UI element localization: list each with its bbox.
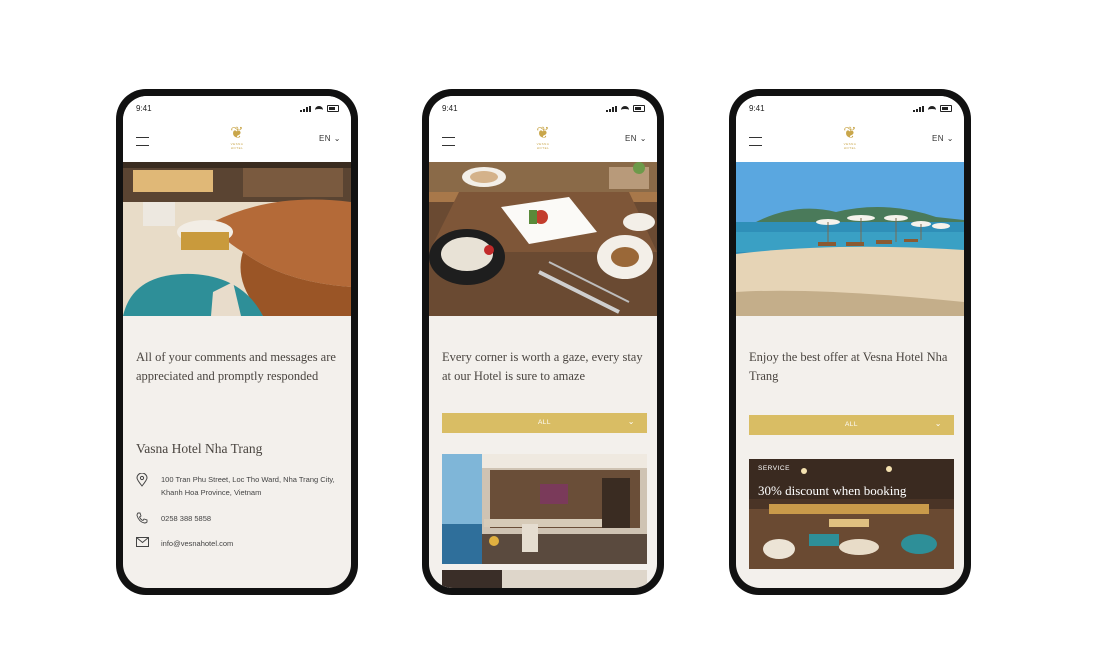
dining-hero-image [429,162,657,316]
hotel-logo[interactable]: ❦ VESNA HOTEL [530,123,556,151]
category-filter-dropdown[interactable]: ALL ⌄ [442,413,647,433]
wifi-icon [620,106,629,112]
top-nav: ❦ VESNA HOTEL EN ⌄ [429,118,657,162]
language-label: EN [318,134,332,143]
hotel-logo[interactable]: ❦ VESNA HOTEL [224,123,250,151]
service-offer-card[interactable]: SERVICE 30% discount when booking [749,459,954,569]
battery-icon [327,105,339,112]
phone-mockup-offers: 9:41 ❦ VESNA HOTEL EN ⌄ Enjoy the best o… [729,89,971,595]
language-selector[interactable]: EN ⌄ [625,134,647,143]
filter-label: ALL [844,421,859,428]
logo-text: VESNA HOTEL [536,142,550,150]
page-heading: Every corner is worth a gaze, every stay… [442,350,643,383]
status-time: 9:41 [749,104,765,113]
chevron-down-icon: ⌄ [934,419,942,428]
logo-lotus-icon: ❦ [843,123,857,142]
location-pin-icon [136,472,150,491]
wifi-icon [314,106,323,112]
battery-icon [940,105,952,112]
beach-hero-image [736,162,964,316]
chevron-down-icon: ⌄ [627,417,635,426]
lobby-hero-image [123,162,351,316]
chevron-down-icon: ⌄ [639,134,647,143]
contact-email[interactable]: info@vesnahotel.com [161,537,346,550]
status-bar: 9:41 [736,96,964,118]
status-icons [605,105,645,114]
status-icons [299,105,339,114]
phone-screen: 9:41 ❦ VESNA HOTEL EN ⌄ [736,96,964,588]
gallery-room-image[interactable] [442,454,647,564]
signal-icon [605,106,617,112]
battery-icon [633,105,645,112]
filter-label: ALL [537,419,552,426]
service-tag: SERVICE [758,465,790,472]
menu-icon[interactable] [442,137,455,146]
phone-mockup-contact: 9:41 ❦ VESNA HOTEL EN ⌄ All of your comm… [116,89,358,595]
status-icons [912,105,952,114]
chevron-down-icon: ⌄ [333,134,341,143]
contact-phone[interactable]: 0258 388 5858 [161,512,346,525]
contact-address: 100 Tran Phu Street, Loc Tho Ward, Nha T… [161,475,335,497]
gallery-next-image[interactable] [442,570,647,588]
logo-lotus-icon: ❦ [230,123,244,142]
hotel-name: Vasna Hotel Nha Trang [136,441,263,456]
page-heading: Enjoy the best offer at Vesna Hotel Nha … [749,350,948,383]
menu-icon[interactable] [749,137,762,146]
language-selector[interactable]: EN ⌄ [319,134,341,143]
phone-mockup-gallery: 9:41 ❦ VESNA HOTEL EN ⌄ Every corner is … [422,89,664,595]
hotel-logo[interactable]: ❦ VESNA HOTEL [837,123,863,151]
wifi-icon [927,106,936,112]
phone-screen: 9:41 ❦ VESNA HOTEL EN ⌄ [123,96,351,588]
logo-text: VESNA HOTEL [843,142,857,150]
top-nav: ❦ VESNA HOTEL EN ⌄ [123,118,351,162]
category-filter-dropdown[interactable]: ALL ⌄ [749,415,954,435]
language-selector[interactable]: EN ⌄ [932,134,954,143]
chevron-down-icon: ⌄ [946,134,954,143]
menu-icon[interactable] [136,137,149,146]
mail-icon [136,537,150,551]
language-label: EN [624,134,638,143]
status-time: 9:41 [442,104,458,113]
status-bar: 9:41 [429,96,657,118]
signal-icon [912,106,924,112]
top-nav: ❦ VESNA HOTEL EN ⌄ [736,118,964,162]
status-time: 9:41 [136,104,152,113]
signal-icon [299,106,311,112]
logo-lotus-icon: ❦ [536,123,550,142]
logo-text: VESNA HOTEL [230,142,244,150]
status-bar: 9:41 [123,96,351,118]
page-heading: All of your comments and messages are ap… [136,350,336,383]
phone-icon [136,512,150,528]
offer-title: 30% discount when booking [758,483,907,498]
language-label: EN [931,134,945,143]
phone-screen: 9:41 ❦ VESNA HOTEL EN ⌄ [429,96,657,588]
